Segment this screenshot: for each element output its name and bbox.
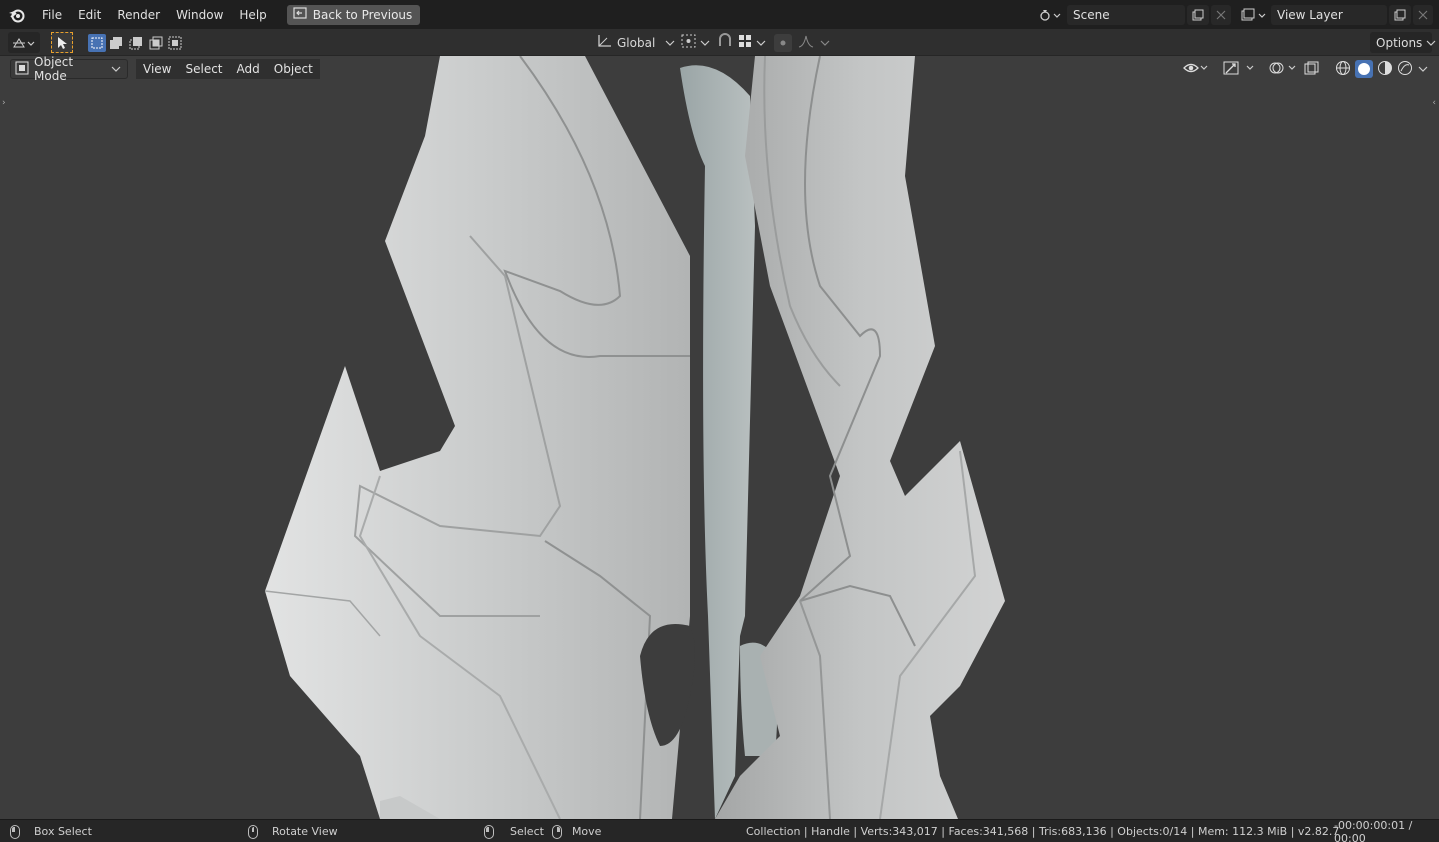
menu-file[interactable]: File	[34, 4, 70, 26]
rendered-shading-icon[interactable]	[1397, 60, 1413, 79]
options-dropdown[interactable]: Options	[1370, 32, 1436, 53]
chevron-down-icon[interactable]	[820, 36, 830, 50]
viewport-menu-select[interactable]: Select	[178, 59, 230, 79]
mouse-left-icon	[10, 824, 20, 839]
object-mode-dropdown[interactable]: Object Mode	[10, 56, 128, 83]
view-layer-browse-icon[interactable]	[1237, 5, 1269, 25]
menu-help[interactable]: Help	[231, 4, 274, 26]
mouse-middle-icon	[248, 824, 258, 839]
back-to-previous-label: Back to Previous	[312, 7, 413, 22]
select-intersect-icon[interactable]	[166, 34, 184, 52]
mouse-left-icon	[484, 824, 494, 839]
delete-view-layer-icon[interactable]	[1413, 4, 1433, 25]
material-preview-icon[interactable]	[1377, 60, 1393, 79]
falloff-curve-icon[interactable]	[798, 34, 814, 51]
new-scene-icon[interactable]	[1187, 4, 1209, 25]
wireframe-shading-icon[interactable]	[1335, 60, 1351, 79]
editor-type-icon[interactable]	[8, 32, 40, 53]
chevron-down-icon[interactable]	[1417, 62, 1429, 76]
toolbar-expand-icon[interactable]: ›	[2, 98, 6, 108]
new-view-layer-icon[interactable]	[1389, 4, 1411, 25]
snap-element-icon[interactable]	[738, 34, 752, 51]
proportional-edit-group	[774, 32, 830, 53]
box-select-hint: Box Select	[34, 825, 92, 838]
viewport-menu-object[interactable]: Object	[266, 59, 320, 79]
options-label: Options	[1376, 35, 1423, 50]
selection-mode-group	[88, 32, 184, 53]
move-hint: Move	[571, 825, 602, 838]
transform-orientation-dropdown[interactable]: Global	[595, 32, 675, 53]
solid-shading-icon[interactable]	[1355, 60, 1373, 78]
tool-header: Global Options	[0, 29, 1439, 56]
chevron-down-icon[interactable]	[756, 36, 766, 50]
3d-viewport[interactable]: › ‹ Object Mode View Select Add Object	[0, 56, 1439, 819]
scene-name-field[interactable]: Scene	[1067, 4, 1185, 25]
back-to-previous-button[interactable]: Back to Previous	[286, 4, 421, 25]
select-invert-icon[interactable]	[147, 34, 165, 52]
viewport-menu-view[interactable]: View	[136, 59, 179, 79]
select-tool-icon[interactable]	[51, 32, 73, 53]
select-hint: Select	[510, 825, 544, 838]
orientation-axes-icon	[595, 33, 613, 52]
chevron-down-icon	[1426, 36, 1436, 50]
select-new-icon[interactable]	[88, 33, 106, 52]
scene-browse-icon[interactable]	[1035, 5, 1065, 25]
snap-toggle-icon[interactable]	[716, 33, 734, 52]
visibility-eye-icon[interactable]	[1183, 61, 1209, 78]
menu-render[interactable]: Render	[109, 4, 168, 26]
viewport-header: Object Mode View Select Add Object	[0, 56, 320, 83]
chevron-down-icon	[111, 62, 121, 76]
viewport-shading-header	[1183, 58, 1429, 80]
viewport-menu-add[interactable]: Add	[229, 59, 267, 79]
snap-group	[716, 32, 766, 53]
rotate-view-hint: Rotate View	[272, 825, 338, 838]
object-mode-label: Object Mode	[34, 56, 74, 83]
menu-window[interactable]: Window	[168, 4, 231, 26]
orientation-label: Global	[617, 35, 656, 50]
sidebar-expand-icon[interactable]: ‹	[1432, 98, 1436, 108]
status-middle-action: Rotate View	[248, 824, 338, 839]
delete-scene-icon[interactable]	[1211, 4, 1231, 25]
chevron-down-icon	[700, 36, 710, 50]
overlays-toggle-icon[interactable]	[1269, 61, 1299, 78]
playback-time: -00:00:00:01 / 00:00	[1334, 818, 1413, 842]
back-screen-icon	[293, 7, 307, 22]
pivot-point-icon	[680, 33, 698, 52]
pivot-point-dropdown[interactable]	[680, 32, 710, 53]
blender-logo-icon[interactable]	[0, 0, 34, 29]
view-layer-name-field[interactable]: View Layer	[1271, 4, 1387, 25]
select-extend-icon[interactable]	[108, 34, 126, 52]
object-mode-icon	[15, 61, 29, 78]
mouse-right-icon	[551, 824, 562, 839]
proportional-edit-icon[interactable]	[774, 33, 792, 52]
scene-statistics: Collection | Handle | Verts:343,017 | Fa…	[746, 825, 1340, 838]
sculpted-mesh-render	[264, 56, 1005, 819]
xray-toggle-icon[interactable]	[1303, 61, 1321, 78]
status-right-actions: Select Move	[484, 824, 601, 839]
status-left-action: Box Select	[10, 824, 92, 839]
menu-edit[interactable]: Edit	[70, 4, 109, 26]
chevron-down-icon	[665, 36, 675, 50]
status-bar: Box Select Rotate View Select Move Colle…	[0, 819, 1439, 842]
select-subtract-icon[interactable]	[127, 34, 145, 52]
gizmo-toggle-icon[interactable]	[1223, 61, 1257, 78]
top-menu-bar: File Edit Render Window Help Back to Pre…	[0, 0, 1439, 29]
